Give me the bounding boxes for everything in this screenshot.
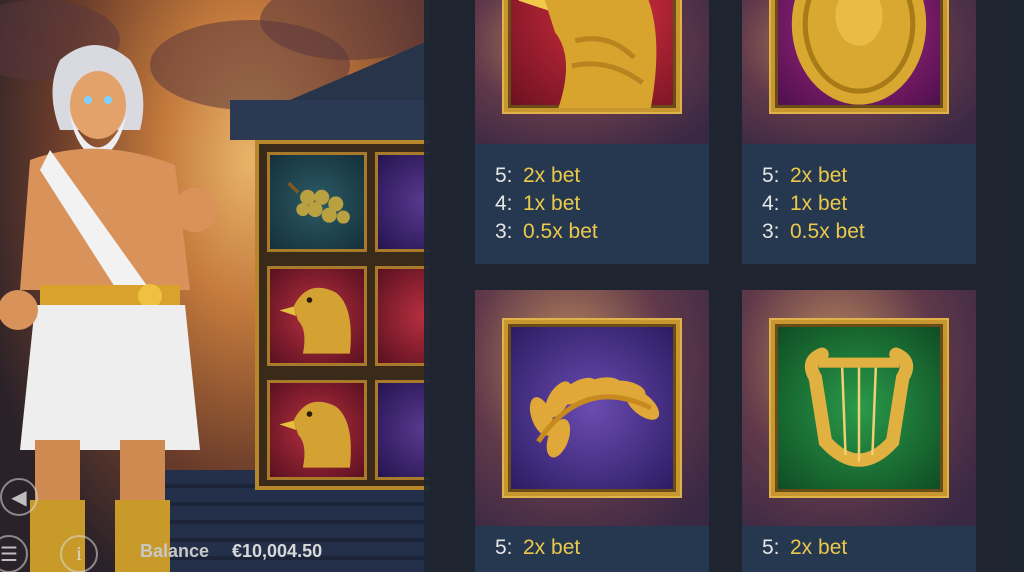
payout-panel: 5: 2x bet xyxy=(475,526,709,572)
sound-button[interactable]: ◀ xyxy=(0,478,38,516)
payout-line: 5: 2x bet xyxy=(495,534,580,562)
payout-line: 5: 2x bet xyxy=(762,534,847,562)
match-count: 5: xyxy=(762,536,780,559)
match-count: 5: xyxy=(762,164,780,187)
reel-symbol-eagle xyxy=(267,266,367,366)
paytable-card-eagle: 5: 2x bet 4: 1x bet 3: 0.5x bet xyxy=(475,0,709,264)
payout-panel: 5: 2x bet 4: 1x bet 3: 0.5x bet xyxy=(742,144,976,264)
match-count: 4: xyxy=(762,192,780,215)
payout-value: 0.5x bet xyxy=(790,220,865,243)
payout-line: 4: 1x bet xyxy=(495,190,580,218)
payout-line: 3: 0.5x bet xyxy=(495,218,598,246)
info-button[interactable]: i xyxy=(60,535,98,572)
paytable-card-golden-lyre: 5: 2x bet xyxy=(742,290,976,572)
payout-panel: 5: 2x bet 4: 1x bet 3: 0.5x bet xyxy=(475,144,709,264)
reel-symbol-grapes xyxy=(267,152,367,252)
payout-value: 2x bet xyxy=(790,164,848,187)
payout-line: 5: 2x bet xyxy=(762,162,847,190)
payout-line: 5: 2x bet xyxy=(495,162,580,190)
payout-value: 2x bet xyxy=(523,536,581,559)
speaker-icon: ◀ xyxy=(11,486,27,509)
match-count: 3: xyxy=(495,220,513,243)
eagle-symbol-icon xyxy=(504,0,680,112)
paytable-card-medusa-coin: 5: 2x bet 4: 1x bet 3: 0.5x bet xyxy=(742,0,976,264)
match-count: 5: xyxy=(495,536,513,559)
game-scene: ◀ ☰ i Balance €10,004.50 xyxy=(0,0,430,572)
match-count: 5: xyxy=(495,164,513,187)
match-count: 3: xyxy=(762,220,780,243)
laurel-wreath-symbol-icon xyxy=(504,320,680,496)
reel-symbol-laurel xyxy=(375,380,430,480)
payout-value: 2x bet xyxy=(523,164,581,187)
match-count: 4: xyxy=(495,192,513,215)
hamburger-icon: ☰ xyxy=(0,543,18,566)
balance-label: Balance xyxy=(140,541,210,561)
balance-value: €10,004.50 xyxy=(232,541,323,561)
payout-value: 1x bet xyxy=(790,192,848,215)
info-icon: i xyxy=(76,542,82,565)
payout-panel: 5: 2x bet xyxy=(742,526,976,572)
reel-symbol-eagle xyxy=(267,380,367,480)
payout-value: 0.5x bet xyxy=(523,220,598,243)
medusa-coin-symbol-icon xyxy=(771,0,947,112)
paytable-overlay[interactable]: 5: 2x bet 4: 1x bet 3: 0.5x bet 5: 2x bet 4:… xyxy=(424,0,1024,572)
reel-symbol-eagle xyxy=(375,266,430,366)
payout-value: 2x bet xyxy=(790,536,848,559)
slot-reels xyxy=(255,140,430,490)
payout-line: 3: 0.5x bet xyxy=(762,218,865,246)
lyre-symbol-icon xyxy=(771,320,947,496)
payout-value: 1x bet xyxy=(523,192,581,215)
payout-line: 4: 1x bet xyxy=(762,190,847,218)
reel-symbol-laurel xyxy=(375,152,430,252)
paytable-card-laurel-wreath: 5: 2x bet xyxy=(475,290,709,572)
